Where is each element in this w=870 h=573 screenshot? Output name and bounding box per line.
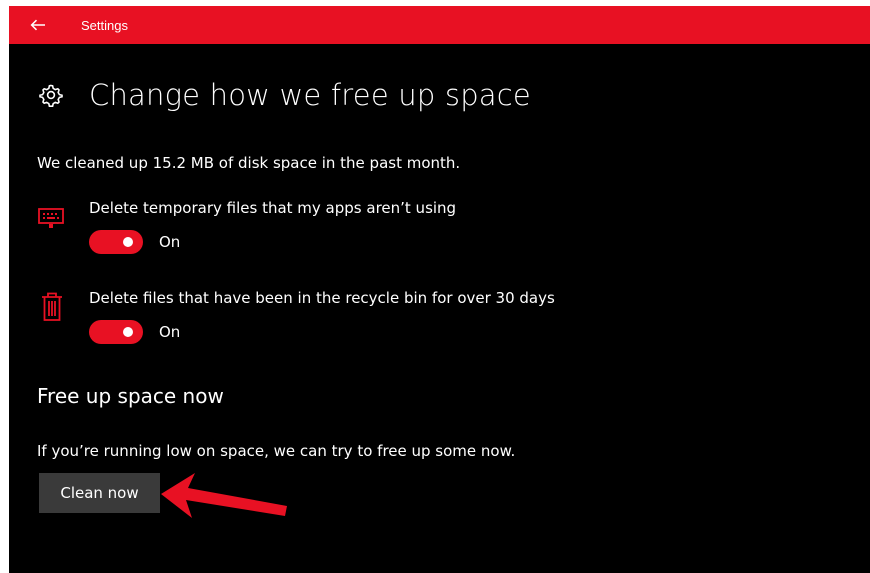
clean-now-button[interactable]: Clean now	[39, 473, 160, 513]
page-title: Change how we free up space	[89, 78, 531, 112]
temp-files-toggle[interactable]: On	[89, 230, 180, 254]
back-arrow-icon	[30, 19, 45, 31]
keyboard-icon	[37, 206, 65, 230]
toggle-track[interactable]	[89, 230, 143, 254]
trash-icon	[40, 291, 64, 323]
app-title: Settings	[81, 17, 128, 33]
free-up-description: If you’re running low on space, we can t…	[37, 442, 516, 460]
recycle-bin-toggle[interactable]: On	[89, 320, 180, 344]
back-button[interactable]	[9, 6, 67, 44]
option-recycle-bin-label: Delete files that have been in the recyc…	[89, 289, 555, 307]
toggle-state-label: On	[159, 323, 181, 341]
toggle-state-label: On	[159, 233, 181, 251]
gear-icon	[37, 81, 65, 109]
toggle-knob	[123, 237, 133, 247]
free-up-heading: Free up space now	[37, 384, 224, 408]
toggle-knob	[123, 327, 133, 337]
cleanup-summary: We cleaned up 15.2 MB of disk space in t…	[37, 154, 461, 172]
toggle-track[interactable]	[89, 320, 143, 344]
title-bar: Settings	[9, 6, 870, 44]
option-temp-files-label: Delete temporary files that my apps aren…	[89, 199, 457, 217]
red-arrow-icon	[161, 473, 287, 518]
settings-window: Settings Change how we free up space We …	[9, 6, 870, 573]
page-header: Change how we free up space	[37, 78, 531, 112]
